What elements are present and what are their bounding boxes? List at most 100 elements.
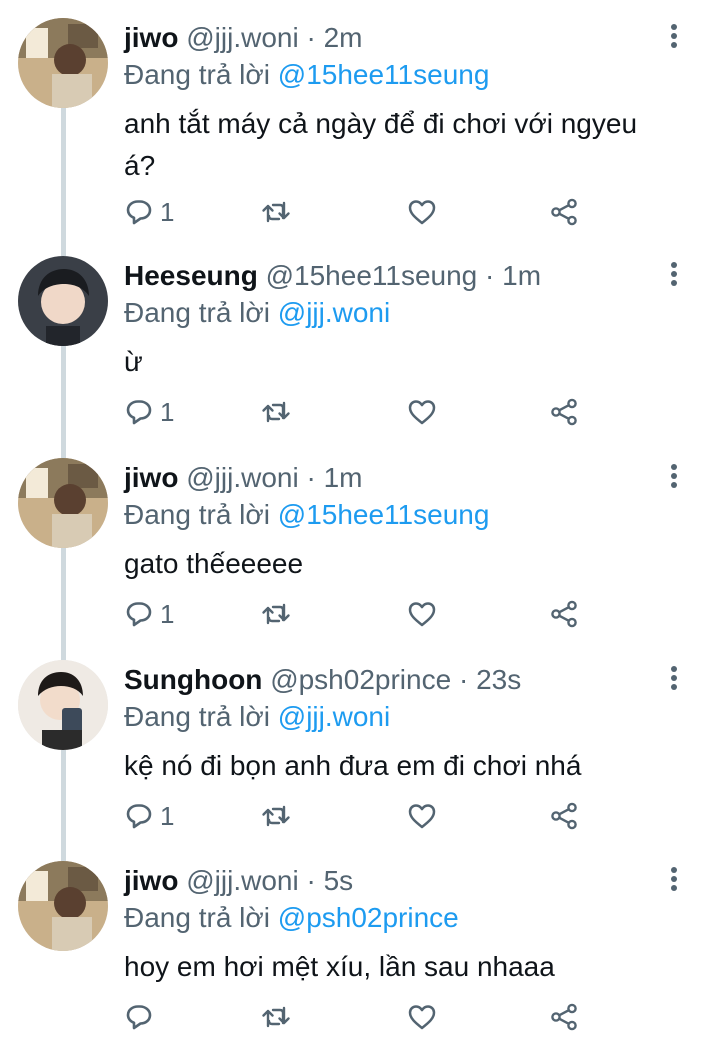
like-button[interactable] bbox=[407, 798, 437, 834]
retweet-button[interactable] bbox=[261, 596, 291, 632]
retweet-button[interactable] bbox=[261, 798, 291, 834]
reply-count: 1 bbox=[160, 800, 175, 831]
like-button[interactable] bbox=[407, 394, 437, 430]
heart-icon bbox=[408, 1005, 436, 1030]
more-options-icon[interactable] bbox=[662, 462, 686, 490]
tweet-header: Sunghoon @psh02prince · 23s bbox=[124, 662, 521, 698]
retweet-icon bbox=[262, 401, 290, 423]
user-handle[interactable]: @jjj.woni bbox=[186, 22, 298, 53]
retweet-button[interactable] bbox=[261, 194, 291, 230]
reply-count: 1 bbox=[160, 196, 175, 227]
tweet-text: anh tắt máy cả ngày để đi chơi với ngyeu… bbox=[124, 108, 638, 181]
reply-count: 1 bbox=[160, 396, 175, 427]
timestamp[interactable]: 1m bbox=[502, 260, 541, 291]
share-button[interactable] bbox=[549, 194, 579, 230]
reply-thread: jiwo @jjj.woni · 2m Đang trả lời @15hee1… bbox=[0, 0, 718, 1045]
share-button[interactable] bbox=[549, 798, 579, 834]
like-button[interactable] bbox=[407, 596, 437, 632]
display-name[interactable]: Heeseung bbox=[124, 260, 258, 291]
heart-icon bbox=[408, 200, 436, 225]
more-options-icon[interactable] bbox=[662, 260, 686, 288]
tweet[interactable]: Sunghoon @psh02prince · 23s Đang trả lời… bbox=[0, 642, 718, 844]
tweet-text: kệ nó đi bọn anh đưa em đi chơi nhá bbox=[124, 750, 582, 781]
tweet-header: jiwo @jjj.woni · 5s bbox=[124, 863, 353, 899]
tweet-header: Heeseung @15hee11seung · 1m bbox=[124, 258, 541, 294]
heart-icon bbox=[408, 602, 436, 627]
user-handle[interactable]: @jjj.woni bbox=[186, 462, 298, 493]
separator-dot: · bbox=[458, 664, 469, 695]
separator-dot: · bbox=[485, 260, 495, 291]
replying-to-mention[interactable]: @15hee11seung bbox=[278, 499, 490, 530]
display-name[interactable]: Sunghoon bbox=[124, 664, 262, 695]
tweet[interactable]: jiwo @jjj.woni · 1m Đang trả lời @15hee1… bbox=[0, 440, 718, 642]
share-icon bbox=[551, 1003, 577, 1031]
tweet-header: jiwo @jjj.woni · 2m bbox=[124, 20, 362, 56]
share-button[interactable] bbox=[549, 999, 579, 1035]
display-name[interactable]: jiwo bbox=[124, 865, 178, 896]
share-icon bbox=[551, 600, 577, 628]
share-button[interactable] bbox=[549, 394, 579, 430]
user-handle[interactable]: @psh02prince bbox=[270, 664, 451, 695]
display-name[interactable]: jiwo bbox=[124, 462, 178, 493]
avatar[interactable] bbox=[18, 458, 108, 548]
reply-button[interactable]: 1 bbox=[124, 596, 174, 632]
like-button[interactable] bbox=[407, 194, 437, 230]
timestamp[interactable]: 5s bbox=[324, 865, 354, 896]
display-name[interactable]: jiwo bbox=[124, 22, 178, 53]
tweet-actions: 1 bbox=[124, 596, 594, 632]
replying-to: Đang trả lời @15hee11seung bbox=[124, 497, 489, 533]
avatar[interactable] bbox=[18, 660, 108, 750]
replying-to: Đang trả lời @15hee11seung bbox=[124, 57, 489, 93]
replying-to-label: Đang trả lời bbox=[124, 59, 270, 90]
heart-icon bbox=[408, 400, 436, 425]
share-icon bbox=[551, 198, 577, 226]
reply-button[interactable]: 1 bbox=[124, 798, 174, 834]
like-button[interactable] bbox=[407, 999, 437, 1035]
replying-to-mention[interactable]: @15hee11seung bbox=[278, 59, 490, 90]
timestamp[interactable]: 23s bbox=[476, 664, 521, 695]
avatar[interactable] bbox=[18, 861, 108, 951]
replying-to-label: Đang trả lời bbox=[124, 701, 270, 732]
more-options-icon[interactable] bbox=[662, 22, 686, 50]
tweet-actions: 1 bbox=[124, 394, 594, 430]
reply-button[interactable]: 1 bbox=[124, 394, 174, 430]
tweet[interactable]: jiwo @jjj.woni · 2m Đang trả lời @15hee1… bbox=[0, 0, 718, 227]
replying-to-mention[interactable]: @psh02prince bbox=[278, 902, 459, 933]
replying-to-label: Đang trả lời bbox=[124, 297, 270, 328]
timestamp[interactable]: 2m bbox=[324, 22, 363, 53]
reply-button[interactable] bbox=[124, 999, 160, 1035]
share-button[interactable] bbox=[549, 596, 579, 632]
heart-icon bbox=[408, 804, 436, 829]
reply-icon bbox=[126, 602, 152, 627]
replying-to: Đang trả lời @jjj.woni bbox=[124, 699, 390, 735]
retweet-button[interactable] bbox=[261, 999, 291, 1035]
tweet-text: hoy em hơi mệt xíu, lần sau nhaaa bbox=[124, 951, 555, 982]
replying-to-mention[interactable]: @jjj.woni bbox=[278, 297, 390, 328]
reply-icon bbox=[126, 1005, 152, 1030]
separator-dot: · bbox=[306, 865, 316, 896]
retweet-icon bbox=[262, 603, 290, 625]
tweet-text: ừ bbox=[124, 346, 143, 377]
more-options-icon[interactable] bbox=[662, 865, 686, 893]
more-options-icon[interactable] bbox=[662, 664, 686, 692]
reply-button[interactable]: 1 bbox=[124, 194, 174, 230]
avatar[interactable] bbox=[18, 256, 108, 346]
timestamp[interactable]: 1m bbox=[324, 462, 363, 493]
tweet[interactable]: Heeseung @15hee11seung · 1m Đang trả lời… bbox=[0, 238, 718, 440]
reply-icon bbox=[126, 804, 152, 829]
tweet-text: gato thếeeeee bbox=[124, 548, 304, 579]
retweet-button[interactable] bbox=[261, 394, 291, 430]
reply-icon bbox=[126, 200, 152, 225]
replying-to: Đang trả lời @psh02prince bbox=[124, 900, 459, 936]
tweet-actions bbox=[124, 999, 594, 1035]
avatar[interactable] bbox=[18, 18, 108, 108]
user-handle[interactable]: @jjj.woni bbox=[186, 865, 298, 896]
replying-to-mention[interactable]: @jjj.woni bbox=[278, 701, 390, 732]
tweet[interactable]: jiwo @jjj.woni · 5s Đang trả lời @psh02p… bbox=[0, 843, 718, 1045]
tweet-actions: 1 bbox=[124, 798, 594, 834]
share-icon bbox=[551, 398, 577, 426]
user-handle[interactable]: @15hee11seung bbox=[266, 260, 478, 291]
separator-dot: · bbox=[306, 22, 316, 53]
retweet-icon bbox=[262, 1006, 290, 1028]
replying-to-label: Đang trả lời bbox=[124, 499, 270, 530]
